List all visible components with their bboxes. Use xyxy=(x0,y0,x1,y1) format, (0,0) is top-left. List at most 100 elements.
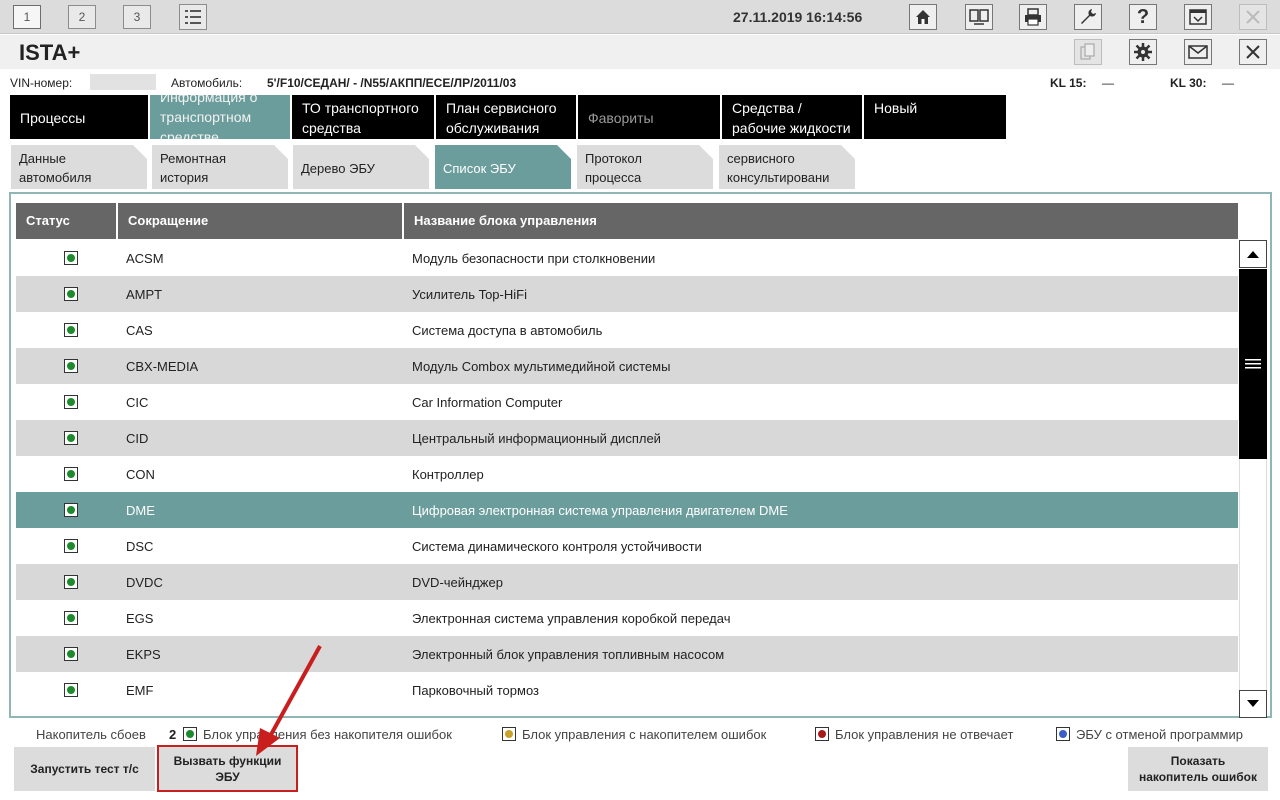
subtab-process-log[interactable]: Протокол процесса xyxy=(577,145,713,189)
session-3-button[interactable]: 3 xyxy=(123,5,151,29)
column-ecu-name[interactable]: Название блока управления xyxy=(404,203,1238,239)
task-list-button[interactable] xyxy=(179,4,207,30)
table-row[interactable]: CON Контроллер xyxy=(16,456,1238,492)
column-abbreviation[interactable]: Сокращение xyxy=(118,203,404,239)
status-indicator xyxy=(64,287,78,301)
minimize-window-button[interactable] xyxy=(1184,4,1212,30)
ecu-abbreviation: CAS xyxy=(126,323,153,338)
subtab-ecu-list[interactable]: Список ЭБУ xyxy=(435,145,571,189)
tab-favorites[interactable]: Фавориты xyxy=(578,95,722,139)
question-icon: ? xyxy=(1136,5,1150,28)
subtab-repair-history[interactable]: Ремонтная история xyxy=(152,145,288,189)
help-button[interactable]: ? xyxy=(1129,4,1157,30)
connection-manager-button[interactable] xyxy=(965,4,993,30)
ecu-abbreviation: EGS xyxy=(126,611,154,626)
table-row[interactable]: CAS Система доступа в автомобиль xyxy=(16,312,1238,348)
column-status[interactable]: Статус xyxy=(16,203,118,239)
system-toolbar: 1 2 3 27.11.2019 16:14:56 ? xyxy=(0,0,1280,34)
ecu-name: Контроллер xyxy=(412,467,484,482)
status-indicator xyxy=(64,503,78,517)
table-header: Статус Сокращение Название блока управле… xyxy=(16,203,1238,239)
status-indicator xyxy=(64,323,78,337)
ecu-abbreviation: DME xyxy=(126,503,155,518)
ecu-name: Усилитель Top-HiFi xyxy=(412,287,527,302)
tab-fluids[interactable]: Средства / рабочие жидкости xyxy=(722,95,864,139)
documents-icon xyxy=(1080,43,1095,60)
run-vehicle-test-button[interactable]: Запустить тест т/с xyxy=(14,747,155,791)
table-row[interactable]: AMPT Усилитель Top-HiFi xyxy=(16,276,1238,312)
ecu-name: DVD-чейнджер xyxy=(412,575,503,590)
legend-red-dot xyxy=(815,727,829,741)
ecu-abbreviation: DVDC xyxy=(126,575,163,590)
kl15-value: — xyxy=(1102,76,1114,90)
session-1-button[interactable]: 1 xyxy=(13,5,41,29)
tab-vehicle-info[interactable]: Информация о транспортном средстве xyxy=(150,95,292,139)
close-vehicle-button[interactable] xyxy=(1239,39,1267,65)
table-row[interactable]: DME Цифровая электронная система управлен… xyxy=(16,492,1238,528)
ecu-name: Электронный блок управления топливным на… xyxy=(412,647,725,662)
status-indicator xyxy=(64,251,78,265)
tab-processes[interactable]: Процессы xyxy=(10,95,150,139)
status-indicator xyxy=(64,683,78,697)
subtab-ecu-tree[interactable]: Дерево ЭБУ xyxy=(293,145,429,189)
home-button[interactable] xyxy=(909,4,937,30)
ecu-name: Система динамического контроля устойчиво… xyxy=(412,539,702,554)
status-indicator xyxy=(64,431,78,445)
messages-button[interactable] xyxy=(1184,39,1212,65)
subtab-service-consulting[interactable]: сервисного консультировани xyxy=(719,145,855,189)
ecu-name: Электронная система управления коробкой … xyxy=(412,611,731,626)
scroll-down-button[interactable] xyxy=(1239,690,1267,718)
list-icon xyxy=(185,10,201,24)
status-indicator xyxy=(64,539,78,553)
ecu-name: Парковочный тормоз xyxy=(412,683,539,698)
vin-value-masked xyxy=(90,74,156,90)
session-2-button[interactable]: 2 xyxy=(68,5,96,29)
table-row[interactable]: CID Центральный информационный дисплей xyxy=(16,420,1238,456)
scroll-up-button[interactable] xyxy=(1239,240,1267,268)
window-down-icon xyxy=(1189,9,1207,25)
ecu-name: Car Information Computer xyxy=(412,395,563,410)
gear-icon xyxy=(1134,43,1152,61)
ecu-abbreviation: CBX-MEDIA xyxy=(126,359,199,374)
tab-service-plan[interactable]: План сервисного обслуживания xyxy=(436,95,578,139)
tab-new[interactable]: Новый xyxy=(864,95,1008,139)
status-indicator xyxy=(64,467,78,481)
kl15-label: KL 15: xyxy=(1050,76,1087,90)
table-row[interactable]: CIC Car Information Computer xyxy=(16,384,1238,420)
table-row[interactable]: EKPS Электронный блок управления топливны… xyxy=(16,636,1238,672)
table-row[interactable]: ACSM Модуль безопасности при столкновении xyxy=(16,240,1238,276)
scroll-thumb[interactable] xyxy=(1239,269,1267,459)
car-label: Автомобиль: xyxy=(171,76,243,90)
status-indicator xyxy=(64,575,78,589)
subtab-vehicle-data[interactable]: Данные автомобиля xyxy=(11,145,147,189)
ecu-name: Центральный информационный дисплей xyxy=(412,431,661,446)
table-body: ACSM Модуль безопасности при столкновении… xyxy=(16,240,1238,708)
table-row[interactable]: CBX-MEDIA Модуль Combox мультимедийной си… xyxy=(16,348,1238,384)
ecu-abbreviation: CON xyxy=(126,467,155,482)
app-title: ISTA+ xyxy=(19,40,81,65)
documents-button[interactable] xyxy=(1074,39,1102,65)
close-session-button[interactable] xyxy=(1239,4,1267,30)
legend-label-with-errors: Блок управления с накопителем ошибок xyxy=(522,727,767,742)
settings-button[interactable] xyxy=(1129,39,1157,65)
table-row[interactable]: DSC Система динамического контроля устойч… xyxy=(16,528,1238,564)
table-row[interactable]: EMF Парковочный тормоз xyxy=(16,672,1238,708)
print-button[interactable] xyxy=(1019,4,1047,30)
close-icon xyxy=(1246,45,1260,59)
table-row[interactable]: DVDC DVD-чейнджер xyxy=(16,564,1238,600)
envelope-icon xyxy=(1188,45,1208,59)
table-row[interactable]: EGS Электронная система управления коробк… xyxy=(16,600,1238,636)
grip-icon xyxy=(1245,359,1261,369)
sub-tabs: Данные автомобиля Ремонтная история Дерево… xyxy=(0,145,1280,191)
datetime-display: 27.11.2019 16:14:56 xyxy=(733,9,863,25)
service-button[interactable] xyxy=(1074,4,1102,30)
arrow-up-icon xyxy=(1247,251,1259,258)
legend-yellow-dot xyxy=(502,727,516,741)
connection-icon xyxy=(969,9,989,25)
scroll-track[interactable] xyxy=(1239,459,1267,690)
tab-vehicle-maintenance[interactable]: ТО транспортного средства xyxy=(292,95,436,139)
wrench-icon xyxy=(1081,9,1096,24)
legend-label-cancelled-programming: ЭБУ с отменой программир xyxy=(1076,727,1243,742)
show-error-memory-button[interactable]: Показать накопитель ошибок xyxy=(1128,747,1268,791)
legend-blue-dot xyxy=(1056,727,1070,741)
